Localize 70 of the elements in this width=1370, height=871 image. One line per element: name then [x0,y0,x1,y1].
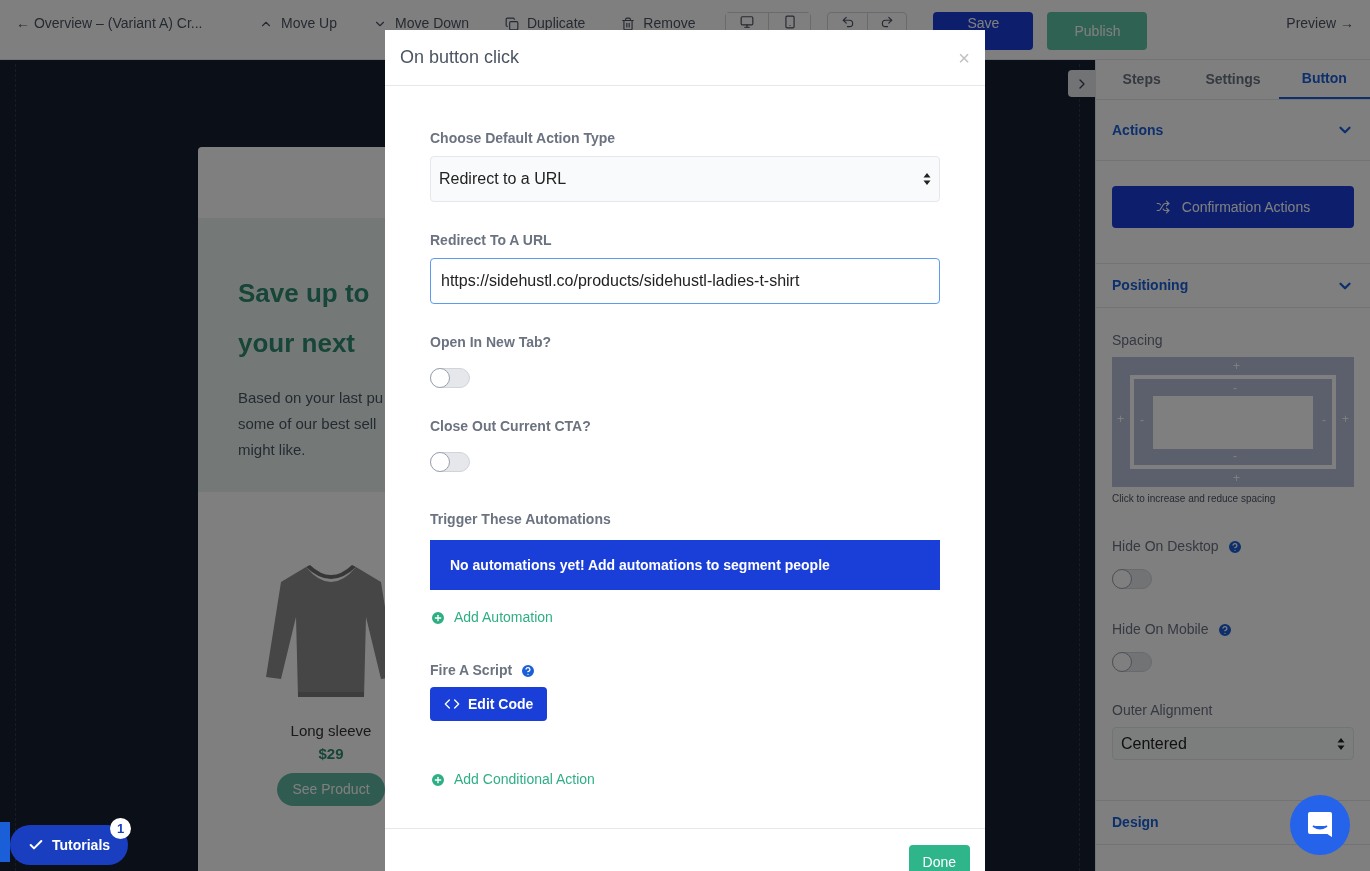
toolbar-button[interactable]: Move Up [259,15,338,32]
action-type-select[interactable]: Redirect to a URL [430,156,940,202]
body-text: some of our best sell [238,414,378,434]
panel-tab[interactable]: Button [1278,60,1370,99]
toggle-switch[interactable] [430,452,470,472]
done-button[interactable]: Done [908,845,970,871]
product-price: $29 [318,743,344,764]
trash-icon [621,16,636,31]
body-text: Based on your last pu [238,388,385,408]
toggle-switch[interactable] [1112,652,1152,672]
alignment-select[interactable]: Centered [1112,727,1354,760]
spacing-hint: Click to increase and reduce spacing [1112,492,1277,506]
product-name: Long sleeve [290,721,372,741]
url-field[interactable]: https://sidehustl.co/products/sidehustl-ladies-t-shirt [430,258,940,304]
code-icon [444,696,460,712]
spacing-mark[interactable]: + [1233,469,1240,487]
section-header[interactable]: Actions [1096,100,1370,161]
copy-icon [504,16,519,31]
toolbar-button[interactable]: Remove [621,15,696,32]
shuffle-icon [1155,200,1170,214]
plus-circle-icon [430,771,446,788]
field-label: Trigger These Automations [430,510,612,529]
body-text: might like. [238,440,307,460]
panel-tab[interactable]: Settings [1187,60,1279,99]
toolbar-button[interactable]: Move Down [373,15,469,32]
field-label: Open In New Tab? [430,333,553,352]
toggle-label: Hide On Desktop [1112,537,1219,556]
collapse-panel-button[interactable] [1068,70,1095,97]
help-icon[interactable] [1216,621,1233,638]
publish-button[interactable]: Publish [1047,12,1148,50]
undo-icon [840,15,855,29]
headline-text: your next [238,327,357,360]
help-icon[interactable] [520,662,537,679]
edit-code-button[interactable]: Edit Code [430,687,548,721]
toggle-label: Hide On Mobile [1112,620,1209,639]
field-label: Choose Default Action Type [430,129,617,148]
select-arrows-icon [923,172,931,186]
add-conditional-action-link[interactable]: Add Conditional Action [430,769,595,790]
field-label: Fire A Script [430,661,513,680]
automations-banner: No automations yet! Add automations to segment people [430,540,940,590]
spacing-label: Spacing [1112,331,1164,350]
field-label: Close Out Current CTA? [430,417,592,436]
help-icon[interactable] [1226,538,1243,555]
spacing-mark[interactable]: - [1140,411,1144,429]
chat-icon [1307,811,1333,839]
toolbar-button[interactable]: Duplicate [504,15,586,32]
see-product-button[interactable]: See Product [277,773,385,806]
select-arrows-icon [1337,736,1345,751]
preview-link[interactable]: Preview → [1286,15,1354,32]
spacing-mark[interactable]: + [1342,410,1349,428]
section-header[interactable]: Positioning [1096,264,1370,308]
spacing-control[interactable]: + + + + - - - - [1112,357,1354,487]
toggle-switch[interactable] [430,368,470,388]
redo-icon [880,15,895,29]
spacing-mark[interactable]: + [1117,410,1124,428]
headline-text: Save up to [238,277,371,310]
desktop-icon [740,15,755,29]
field-label: Redirect To A URL [430,231,553,250]
plus-circle-icon [430,609,446,626]
modal-title: On button click [400,46,520,69]
panel-tab[interactable]: Steps [1096,60,1188,99]
mobile-icon [782,15,797,29]
spacing-mark[interactable]: - [1322,411,1326,429]
spacing-mark[interactable]: + [1233,357,1240,375]
toggle-switch[interactable] [1112,569,1152,589]
back-link[interactable]: ← Overview – (Variant A) Cr... [16,15,231,32]
confirmation-actions-button[interactable]: Confirmation Actions [1112,186,1354,228]
alignment-label: Outer Alignment [1112,701,1214,720]
add-automation-link[interactable]: Add Automation [430,607,553,628]
close-button[interactable]: × [958,47,970,68]
